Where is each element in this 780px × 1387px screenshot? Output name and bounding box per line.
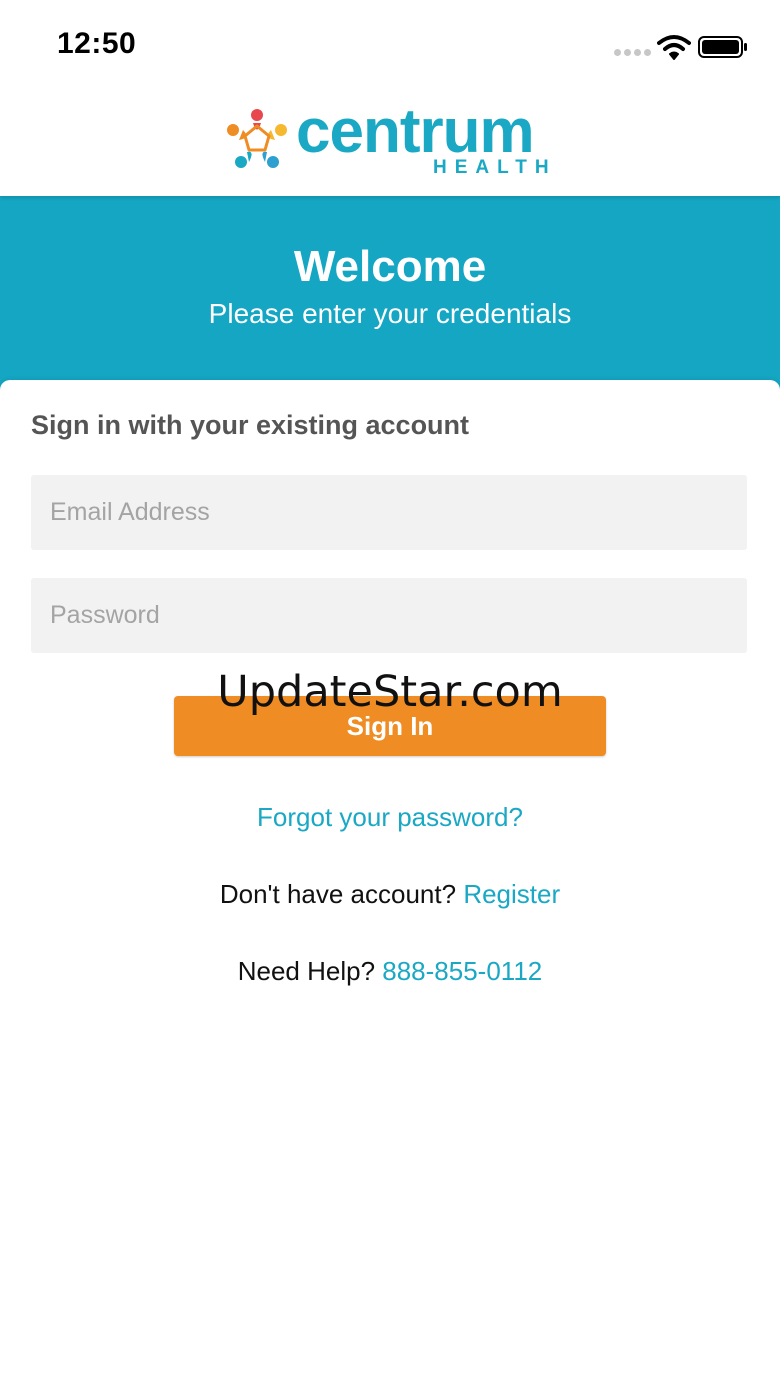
welcome-banner: Welcome Please enter your credentials <box>0 196 780 396</box>
email-field[interactable] <box>31 475 747 550</box>
password-field[interactable] <box>31 578 747 653</box>
welcome-title: Welcome <box>293 242 487 291</box>
status-time: 12:50 <box>57 27 137 60</box>
status-bar: 12:50 <box>0 0 780 92</box>
help-phone-link[interactable]: 888-855-0112 <box>382 956 542 986</box>
battery-icon <box>698 36 747 58</box>
login-screen: 12:50 centrum HEALTH Welcome Please ente… <box>0 0 780 1387</box>
signal-dots-icon <box>614 49 652 57</box>
register-link[interactable]: Register <box>463 879 560 909</box>
wifi-icon <box>657 35 691 60</box>
sign-in-card: Sign in with your existing account Sign … <box>0 380 780 1387</box>
help-prompt: Need Help? <box>237 956 383 986</box>
sign-in-button[interactable]: Sign In <box>174 696 606 756</box>
app-header: centrum HEALTH <box>0 92 780 196</box>
register-prompt: Don't have account? <box>219 879 464 909</box>
sign-in-heading: Sign in with your existing account <box>31 410 470 440</box>
welcome-subtitle: Please enter your credentials <box>208 298 572 329</box>
help-row: Need Help? 888-855-0112 <box>0 956 780 987</box>
forgot-password-link[interactable]: Forgot your password? <box>257 802 523 832</box>
forgot-password-row: Forgot your password? <box>0 802 780 833</box>
register-row: Don't have account? Register <box>0 879 780 910</box>
logo-submark: HEALTH <box>433 157 557 178</box>
centrum-star-logo-icon <box>227 109 287 168</box>
